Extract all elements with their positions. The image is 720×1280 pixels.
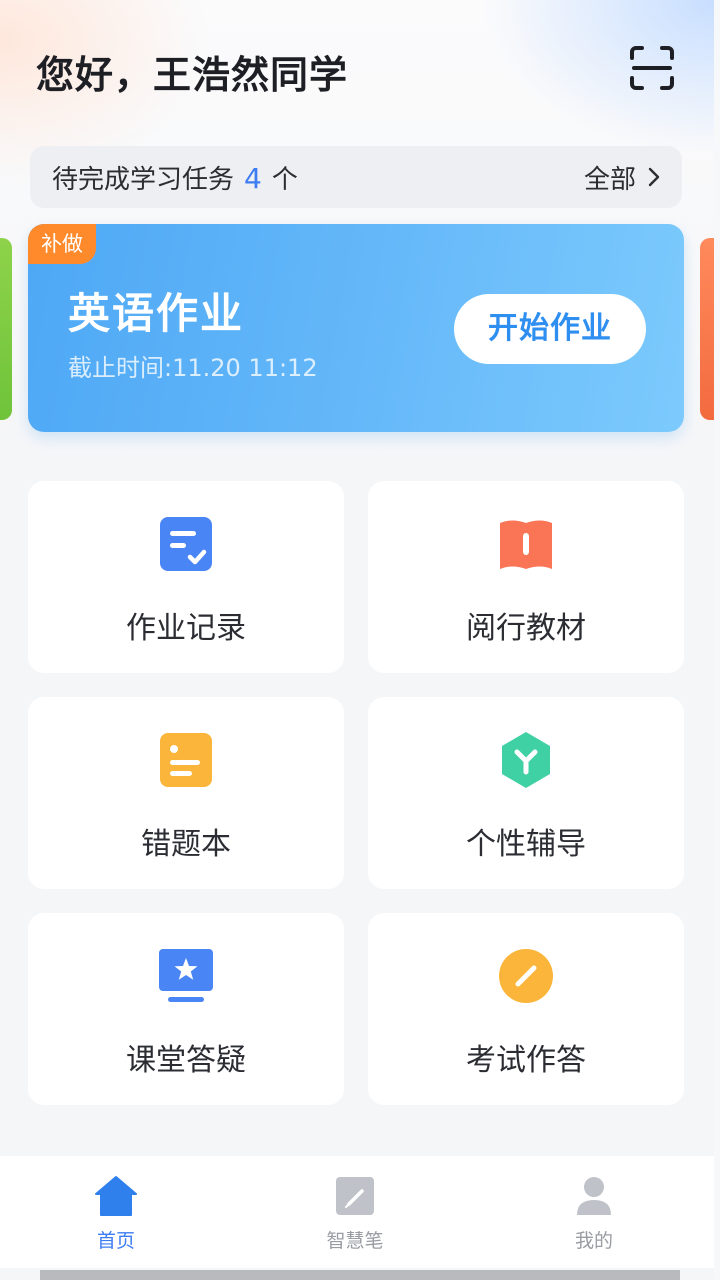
tab-profile-label: 我的 (574, 1230, 613, 1252)
start-homework-button[interactable]: 开始作业 (454, 294, 646, 364)
homework-card[interactable]: 补做 英语作业 截止时间:11.20 11:12 开始作业 (28, 224, 684, 432)
tile-label: 错题本 (141, 827, 231, 862)
tab-smart-pen-label: 智慧笔 (326, 1230, 384, 1252)
tile-homework-record[interactable]: 作业记录 (28, 481, 344, 673)
classroom-qa-icon (159, 949, 213, 1002)
previous-card-peek[interactable] (0, 238, 12, 420)
scan-icon (630, 46, 674, 90)
tab-home-label: 首页 (96, 1230, 135, 1252)
scan-button[interactable] (628, 44, 676, 92)
smart-pen-icon (336, 1177, 374, 1215)
home-indicator[interactable] (40, 1270, 680, 1280)
pending-tasks-bar[interactable]: 待完成学习任务 4 个 全部 (30, 146, 682, 208)
tile-label: 作业记录 (126, 611, 246, 646)
screen-edge (714, 0, 720, 1280)
view-all-label: 全部 (583, 164, 636, 195)
tile-label: 考试作答 (466, 1043, 586, 1078)
makeup-badge: 补做 (28, 224, 96, 264)
pending-tasks-prefix: 待完成学习任务 (52, 164, 235, 195)
bottom-tab-bar: 首页 智慧笔 我的 (0, 1156, 720, 1268)
tile-label: 个性辅导 (466, 827, 586, 862)
tile-label: 课堂答疑 (126, 1043, 246, 1078)
chevron-right-icon (648, 167, 660, 187)
tile-label: 阅行教材 (466, 611, 586, 646)
tile-exam-answer[interactable]: 考试作答 (368, 913, 684, 1105)
pending-tasks-count: 4 (244, 161, 262, 195)
wrong-questions-icon (160, 733, 212, 787)
homework-deadline: 截止时间:11.20 11:12 (68, 354, 318, 382)
greeting-title: 您好，王浩然同学 (36, 53, 349, 97)
pending-tasks-text: 待完成学习任务 4 个 (52, 159, 298, 196)
tile-tutoring[interactable]: 个性辅导 (368, 697, 684, 889)
exam-answer-icon (499, 949, 553, 1003)
tutoring-icon (502, 732, 550, 788)
profile-icon (577, 1177, 611, 1215)
tab-profile[interactable]: 我的 (534, 1174, 654, 1253)
homework-record-icon (160, 517, 212, 571)
pending-tasks-unit: 个 (271, 164, 298, 195)
tab-home[interactable]: 首页 (56, 1174, 176, 1253)
home-icon (95, 1176, 137, 1216)
homework-title: 英语作业 (68, 289, 245, 338)
textbook-icon (500, 520, 552, 569)
tile-classroom-qa[interactable]: 课堂答疑 (28, 913, 344, 1105)
tab-smart-pen[interactable]: 智慧笔 (295, 1174, 415, 1253)
tile-textbook[interactable]: 阅行教材 (368, 481, 684, 673)
view-all-link[interactable]: 全部 (584, 159, 660, 196)
tile-wrong-questions[interactable]: 错题本 (28, 697, 344, 889)
